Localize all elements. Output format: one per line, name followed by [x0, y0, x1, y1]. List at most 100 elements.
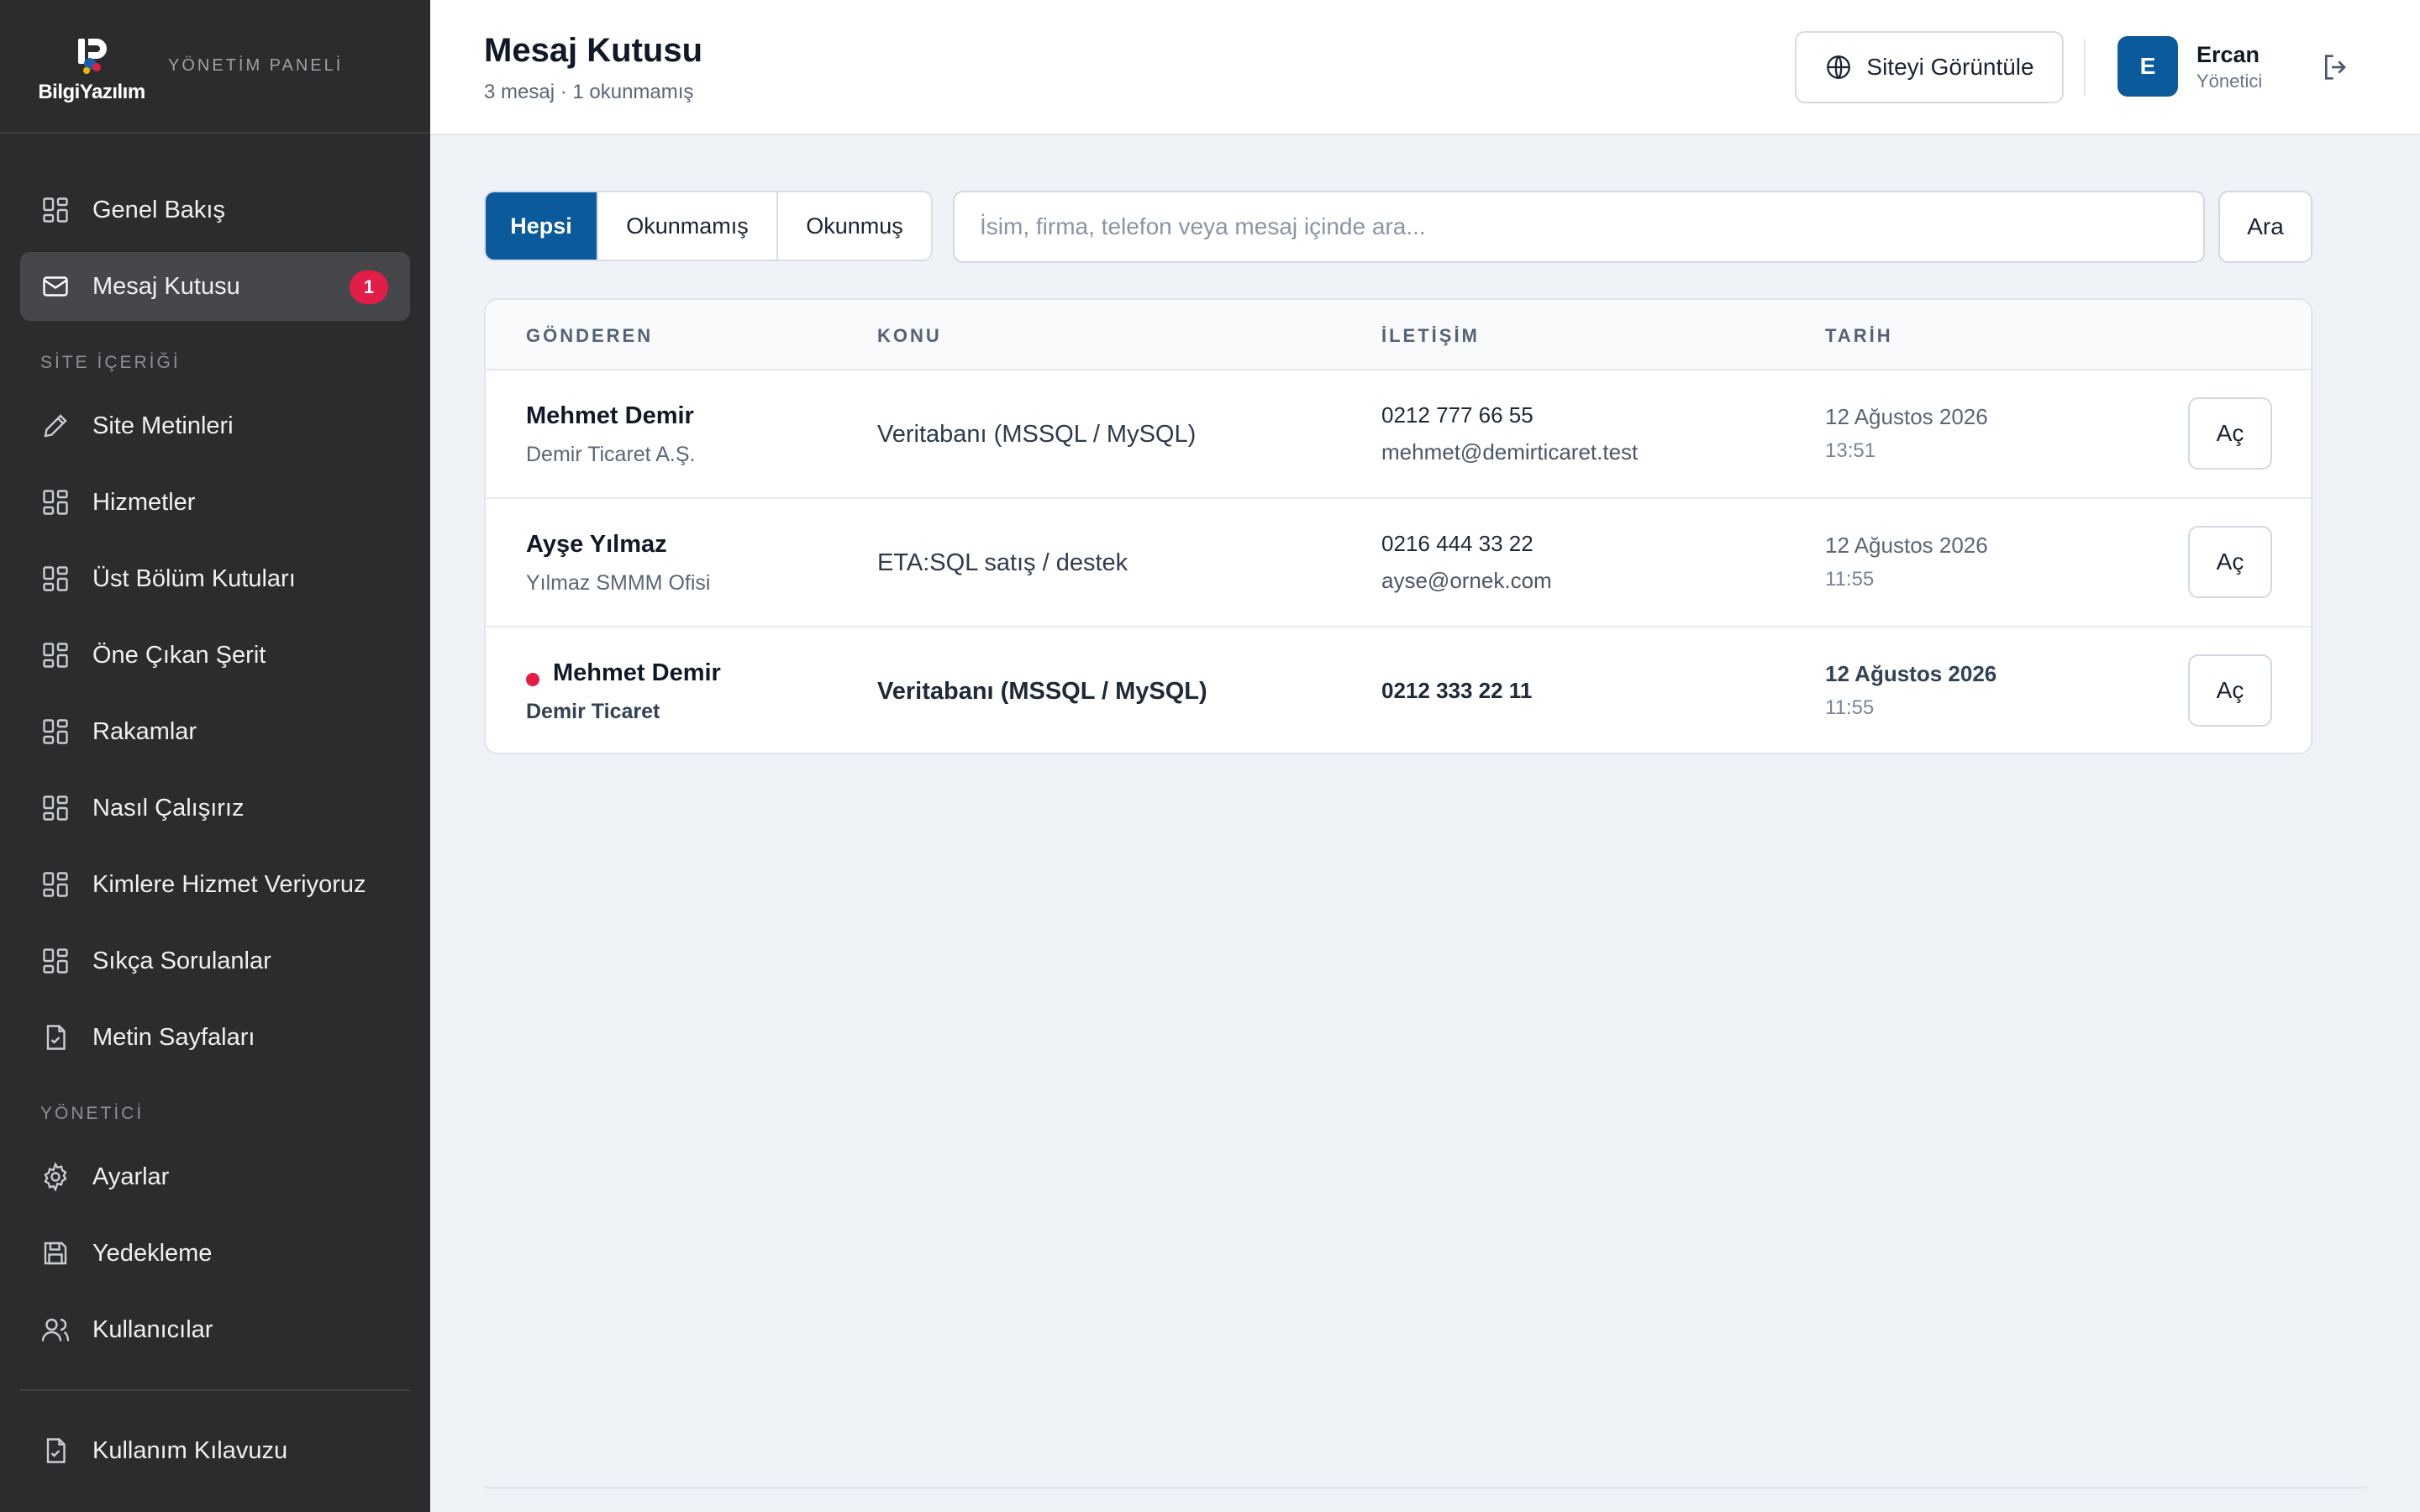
logo-text: BilgiYazılım: [38, 80, 145, 103]
logout-icon[interactable]: [2319, 50, 2353, 84]
brand: BilgiYazılım YÖNETİM PANELİ: [0, 0, 430, 134]
filter-tabs: Hepsi Okunmamış Okunmuş: [484, 191, 933, 261]
message-date: 12 Ağustos 2026: [1825, 533, 1988, 558]
avatar[interactable]: E: [2118, 36, 2178, 97]
filter-tab-unread[interactable]: Okunmamış: [598, 192, 778, 260]
sidebar-item-one-cikan-serit[interactable]: Öne Çıkan Şerit: [20, 621, 410, 690]
column-header-sender: GÖNDEREN: [526, 325, 654, 346]
save-icon: [40, 1238, 71, 1268]
section-heading-site-content: SİTE İÇERİĞİ: [40, 353, 181, 372]
sender-company: Demir Ticaret: [526, 700, 660, 723]
grid-icon: [40, 869, 71, 900]
sidebar-item-label: Nasıl Çalışırız: [92, 794, 245, 822]
unread-dot-icon: [526, 673, 539, 686]
sidebar-item-nasil-calisiriz[interactable]: Nasıl Çalışırız: [20, 774, 410, 843]
sidebar-item-yedekleme[interactable]: Yedekleme: [20, 1219, 410, 1288]
gear-icon: [40, 1162, 71, 1192]
mail-icon: [40, 271, 71, 302]
sidebar-item-label: Rakamlar: [92, 717, 197, 745]
view-site-label: Siteyi Görüntüle: [1866, 54, 2034, 80]
user-role: Yönetici: [2196, 71, 2263, 92]
users-icon: [40, 1315, 71, 1345]
sender-name: Ayşe Yılmaz: [526, 531, 667, 558]
sidebar-item-label: Sıkça Sorulanlar: [92, 947, 271, 974]
sidebar-item-ust-bolum-kutulari[interactable]: Üst Bölüm Kutuları: [20, 544, 410, 613]
sidebar-item-label: Ayarlar: [92, 1163, 170, 1190]
grid-icon: [40, 564, 71, 594]
open-message-button[interactable]: Aç: [2188, 654, 2272, 727]
message-subject: ETA:SQL satış / destek: [877, 549, 1128, 576]
sender-name: Mehmet Demir: [553, 659, 721, 686]
message-subject: Veritabanı (MSSQL / MySQL): [877, 678, 1207, 705]
sidebar-item-kullanicilar[interactable]: Kullanıcılar: [20, 1295, 410, 1364]
sender-company: Yılmaz SMMM Ofisi: [526, 571, 711, 595]
sidebar-item-rakamlar[interactable]: Rakamlar: [20, 697, 410, 766]
pencil-icon: [40, 411, 71, 441]
sidebar-item-metin-sayfalari[interactable]: Metin Sayfaları: [20, 1003, 410, 1072]
sidebar-item-label: Hizmetler: [92, 488, 196, 516]
sidebar-item-label: Öne Çıkan Şerit: [92, 641, 266, 669]
message-time: 13:51: [1825, 439, 1876, 462]
sidebar-item-label: Genel Bakış: [92, 196, 225, 223]
grid-icon: [40, 487, 71, 517]
search-button[interactable]: Ara: [2218, 191, 2312, 263]
sidebar-nav: Genel Bakış Mesaj Kutusu 1 SİTE İÇERİĞİ …: [0, 134, 430, 1485]
grid-icon: [40, 640, 71, 670]
sidebar-item-site-metinleri[interactable]: Site Metinleri: [20, 391, 410, 460]
message-subject: Veritabanı (MSSQL / MySQL): [877, 421, 1197, 448]
search-input[interactable]: [953, 191, 2205, 263]
section-heading-admin: YÖNETİCİ: [40, 1104, 145, 1123]
contact-email: mehmet@demirticaret.test: [1381, 439, 1639, 465]
user-name: Ercan: [2196, 42, 2260, 67]
grid-icon: [40, 717, 71, 747]
open-message-button[interactable]: Aç: [2188, 526, 2272, 598]
sidebar-item-label: Metin Sayfaları: [92, 1023, 255, 1051]
contact-phone: 0212 777 66 55: [1381, 402, 1534, 428]
sidebar-item-hizmetler[interactable]: Hizmetler: [20, 468, 410, 537]
sidebar-item-ayarlar[interactable]: Ayarlar: [20, 1142, 410, 1211]
contact-phone: 0216 444 33 22: [1381, 531, 1534, 556]
sidebar-item-label: Site Metinleri: [92, 412, 234, 439]
grid-icon: [40, 946, 71, 976]
message-date: 12 Ağustos 2026: [1825, 661, 1997, 686]
message-time: 11:55: [1825, 568, 1875, 591]
filter-tab-all[interactable]: Hepsi: [486, 192, 598, 260]
page-title: Mesaj Kutusu: [484, 32, 703, 69]
sidebar-item-genel-bakis[interactable]: Genel Bakış: [20, 176, 410, 244]
sender-name: Mehmet Demir: [526, 402, 694, 429]
grid-icon: [40, 195, 71, 225]
sidebar-item-kimlere-hizmet[interactable]: Kimlere Hizmet Veriyoruz: [20, 850, 410, 919]
document-check-icon: [40, 1436, 71, 1466]
grid-icon: [40, 793, 71, 823]
logo-icon: [73, 35, 110, 76]
sidebar-item-label: Mesaj Kutusu: [92, 272, 240, 300]
open-message-button[interactable]: Aç: [2188, 397, 2272, 470]
sidebar-item-label: Yedekleme: [92, 1239, 213, 1267]
table-row-unread[interactable]: Mehmet Demir Demir Ticaret Veritabanı (M…: [486, 627, 2311, 753]
brand-subtitle: YÖNETİM PANELİ: [168, 56, 344, 75]
sidebar-item-kullanim-kilavuzu[interactable]: Kullanım Kılavuzu: [20, 1416, 410, 1485]
unread-count-badge: 1: [350, 270, 388, 304]
table-row[interactable]: Mehmet Demir Demir Ticaret A.Ş. Veritaba…: [486, 370, 2311, 499]
page-subtitle: 3 mesaj · 1 okunmamış: [484, 81, 694, 103]
sidebar-divider: [20, 1389, 410, 1391]
footer-divider: [484, 1487, 2366, 1488]
contact-email: ayse@ornek.com: [1381, 568, 1552, 593]
brand-logo[interactable]: BilgiYazılım: [32, 29, 151, 104]
message-date: 12 Ağustos 2026: [1825, 404, 1988, 429]
top-header: Mesaj Kutusu 3 mesaj · 1 okunmamış Sitey…: [430, 0, 2420, 135]
column-header-date: TARİH: [1825, 325, 1893, 346]
column-header-subject: KONU: [877, 325, 942, 346]
sidebar-item-sikca-sorulanlar[interactable]: Sıkça Sorulanlar: [20, 927, 410, 995]
sidebar-item-mesaj-kutusu[interactable]: Mesaj Kutusu 1: [20, 252, 410, 321]
view-site-button[interactable]: Siteyi Görüntüle: [1795, 31, 2064, 103]
filter-tab-read[interactable]: Okunmuş: [778, 192, 931, 260]
message-time: 11:55: [1825, 696, 1875, 719]
table-row[interactable]: Ayşe Yılmaz Yılmaz SMMM Ofisi ETA:SQL sa…: [486, 499, 2311, 627]
messages-table: GÖNDEREN KONU İLETİŞİM TARİH Mehmet Demi…: [484, 298, 2312, 754]
sidebar-item-label: Üst Bölüm Kutuları: [92, 564, 296, 592]
sidebar-item-label: Kullanıcılar: [92, 1315, 213, 1343]
sidebar-item-label: Kullanım Kılavuzu: [92, 1436, 288, 1464]
sidebar-item-label: Kimlere Hizmet Veriyoruz: [92, 870, 366, 898]
globe-icon: [1827, 55, 1851, 80]
